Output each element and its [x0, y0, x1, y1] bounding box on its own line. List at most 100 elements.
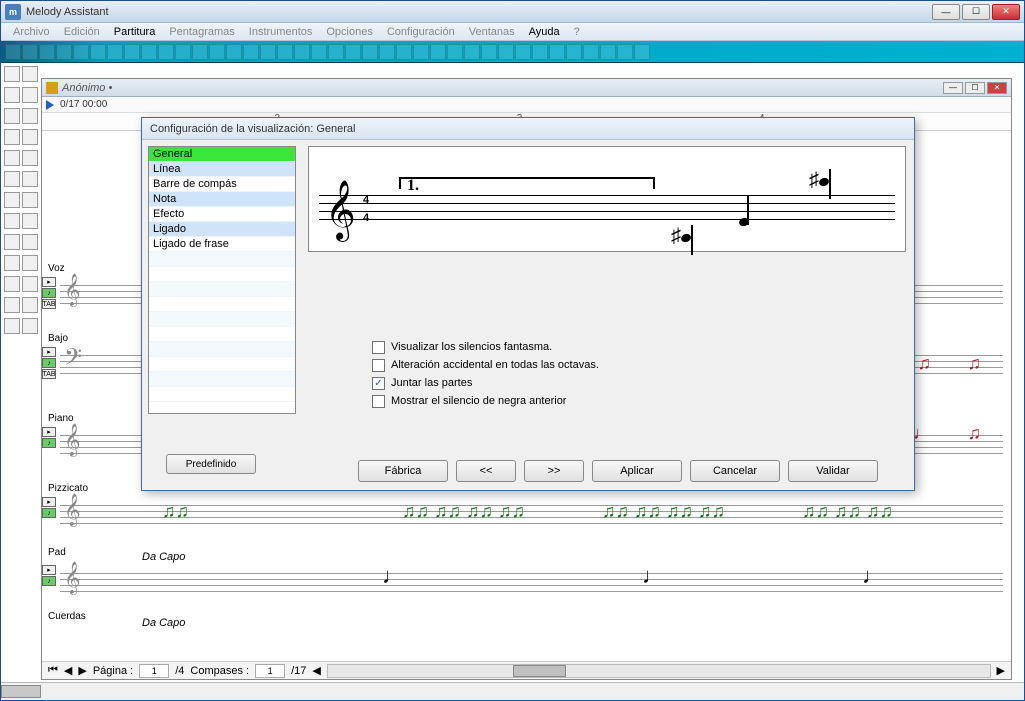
toolbar-button[interactable] [617, 44, 633, 60]
nav-next-icon[interactable]: ▶ [78, 664, 86, 677]
staff-pizzicato[interactable]: ▸♪ 𝄞 ♫♫ ♫♫ ♫♫ ♫♫ ♫♫ ♫♫ ♫♫ ♫♫ ♫♫ ♫♫ ♫♫ ♫♫ [42, 497, 1011, 537]
toolbar-button[interactable] [73, 44, 89, 60]
palette-button[interactable] [22, 66, 38, 82]
tab-marker[interactable]: TAB [42, 299, 56, 309]
scroll-right-icon[interactable]: ▶ [997, 664, 1005, 677]
track-play-icon[interactable]: ♪ [42, 576, 56, 586]
staff-pad[interactable]: ▸♪ 𝄞 ♩ ♩ ♩ [42, 565, 1011, 605]
toolbar-button[interactable] [141, 44, 157, 60]
palette-button[interactable] [4, 87, 20, 103]
toolbar-button[interactable] [498, 44, 514, 60]
toolbar-button[interactable] [175, 44, 191, 60]
minimize-button[interactable]: — [932, 4, 960, 20]
checkbox-row[interactable]: Alteración accidental en todas las octav… [372, 356, 599, 374]
palette-button[interactable] [22, 297, 38, 313]
toolbar-button[interactable] [447, 44, 463, 60]
palette-button[interactable] [22, 192, 38, 208]
toolbar-button[interactable] [209, 44, 225, 60]
cancel-button[interactable]: Cancelar [690, 460, 780, 482]
scroll-left-icon[interactable]: ◀ [312, 664, 320, 677]
maximize-button[interactable]: ☐ [962, 4, 990, 20]
predefined-button[interactable]: Predefinido [166, 454, 256, 474]
toolbar-button[interactable] [481, 44, 497, 60]
toolbar-button[interactable] [56, 44, 72, 60]
palette-button[interactable] [22, 234, 38, 250]
nav-prev-icon[interactable]: ◀ [64, 664, 72, 677]
checkbox-icon[interactable] [372, 341, 385, 354]
menu-pentagramas[interactable]: Pentagramas [163, 24, 240, 40]
doc-maximize-button[interactable]: ☐ [965, 82, 985, 94]
toolbar-button[interactable] [583, 44, 599, 60]
palette-button[interactable] [22, 129, 38, 145]
toolbar-button[interactable] [192, 44, 208, 60]
toolbar-button[interactable] [549, 44, 565, 60]
palette-button[interactable] [4, 171, 20, 187]
factory-button[interactable]: Fábrica [358, 460, 448, 482]
toolbar-button[interactable] [362, 44, 378, 60]
nav-first-icon[interactable]: ⏮ [48, 664, 58, 677]
menu-ayuda[interactable]: Ayuda [523, 24, 566, 40]
palette-button[interactable] [4, 66, 20, 82]
palette-button[interactable] [4, 234, 20, 250]
next-button[interactable]: >> [524, 460, 584, 482]
menu-configuracion[interactable]: Configuración [381, 24, 461, 40]
tab-marker[interactable]: TAB [42, 369, 56, 379]
toolbar-button[interactable] [430, 44, 446, 60]
toolbar-button[interactable] [22, 44, 38, 60]
track-expand-icon[interactable]: ▸ [42, 497, 56, 507]
toolbar-button[interactable] [413, 44, 429, 60]
menu-help-q[interactable]: ? [568, 24, 586, 40]
toolbar-button[interactable] [260, 44, 276, 60]
toolbar-button[interactable] [243, 44, 259, 60]
track-play-icon[interactable]: ♪ [42, 358, 56, 368]
palette-button[interactable] [4, 297, 20, 313]
toolbar-button[interactable] [634, 44, 650, 60]
toolbar-button[interactable] [396, 44, 412, 60]
menu-ventanas[interactable]: Ventanas [463, 24, 521, 40]
checkbox-icon[interactable] [372, 359, 385, 372]
palette-button[interactable] [4, 192, 20, 208]
category-list[interactable]: General Línea Barre de compás Nota Efect… [148, 146, 296, 414]
palette-button[interactable] [22, 171, 38, 187]
track-play-icon[interactable]: ♪ [42, 508, 56, 518]
toolbar-button[interactable] [379, 44, 395, 60]
toolbar-button[interactable] [515, 44, 531, 60]
palette-button[interactable] [4, 108, 20, 124]
doc-close-button[interactable]: ✕ [987, 82, 1007, 94]
track-expand-icon[interactable]: ▸ [42, 347, 56, 357]
menu-partitura[interactable]: Partitura [108, 24, 162, 40]
measure-input[interactable] [255, 664, 285, 678]
palette-button[interactable] [22, 318, 38, 334]
palette-button[interactable] [22, 276, 38, 292]
toolbar-button[interactable] [566, 44, 582, 60]
category-item-nota[interactable]: Nota [149, 192, 295, 207]
track-expand-icon[interactable]: ▸ [42, 277, 56, 287]
palette-button[interactable] [4, 129, 20, 145]
category-item-efecto[interactable]: Efecto [149, 207, 295, 222]
toolbar-button[interactable] [294, 44, 310, 60]
toolbar-button[interactable] [532, 44, 548, 60]
prev-button[interactable]: << [456, 460, 516, 482]
palette-button[interactable] [22, 87, 38, 103]
toolbar-button[interactable] [345, 44, 361, 60]
toolbar-button[interactable] [311, 44, 327, 60]
checkbox-row[interactable]: Mostrar el silencio de negra anterior [372, 392, 599, 410]
category-item-linea[interactable]: Línea [149, 162, 295, 177]
checkbox-row[interactable]: Juntar las partes [372, 374, 599, 392]
toolbar-button[interactable] [90, 44, 106, 60]
track-expand-icon[interactable]: ▸ [42, 427, 56, 437]
validate-button[interactable]: Validar [788, 460, 878, 482]
palette-button[interactable] [22, 108, 38, 124]
toolbar-button[interactable] [5, 44, 21, 60]
category-item-ligado-frase[interactable]: Ligado de frase [149, 237, 295, 252]
menu-edicion[interactable]: Edición [58, 24, 106, 40]
scrollbar-thumb[interactable] [1, 685, 41, 698]
track-play-icon[interactable]: ♪ [42, 438, 56, 448]
page-input[interactable] [139, 664, 169, 678]
toolbar-button[interactable] [328, 44, 344, 60]
toolbar-button[interactable] [158, 44, 174, 60]
checkbox-row[interactable]: Visualizar los silencios fantasma. [372, 338, 599, 356]
checkbox-icon[interactable] [372, 377, 385, 390]
scrollbar-thumb[interactable] [513, 665, 566, 677]
apply-button[interactable]: Aplicar [592, 460, 682, 482]
